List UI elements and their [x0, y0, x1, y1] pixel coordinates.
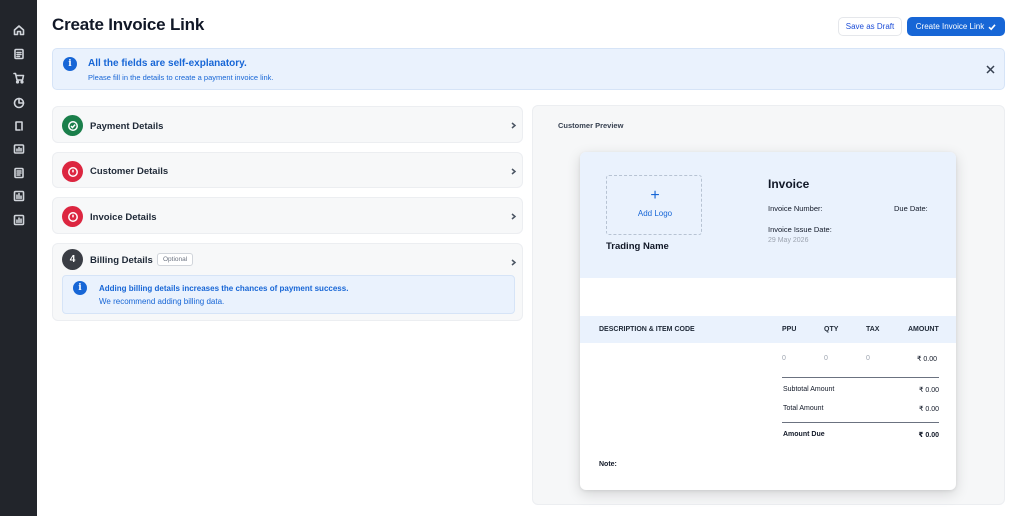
items-table-header: DESCRIPTION & ITEM CODE PPU QTY TAX AMOU… — [580, 316, 956, 343]
banner-title: All the fields are self-explanatory. — [88, 58, 247, 69]
check-icon — [988, 23, 996, 30]
row-amount: ₹ 0.00 — [916, 356, 937, 363]
cart-icon[interactable] — [12, 71, 25, 84]
section-label: Payment Details — [90, 121, 164, 132]
info-banner: i All the fields are self-explanatory. P… — [52, 48, 1005, 90]
billing-note-line-1: Adding billing details increases the cha… — [99, 284, 349, 293]
section-customer-details[interactable]: Customer Details — [52, 152, 523, 188]
chevron-right-icon[interactable] — [510, 162, 518, 175]
column-header: QTY — [824, 326, 839, 333]
create-invoice-link-button[interactable]: Create Invoice Link — [907, 17, 1005, 36]
divider — [782, 377, 939, 378]
issue-date-value: 29 May 2026 — [768, 237, 809, 244]
save-as-draft-button[interactable]: Save as Draft — [838, 17, 902, 36]
billing-note-line-2: We recommend adding billing data. — [99, 297, 225, 306]
banner-subtitle: Please fill in the details to create a p… — [88, 73, 274, 82]
pie-chart-icon[interactable] — [12, 96, 25, 109]
section-label: Customer Details — [90, 166, 169, 177]
section-label: Invoice Details — [90, 212, 157, 223]
preview-title: Customer Preview — [558, 121, 624, 130]
total-label: Total Amount — [783, 405, 824, 412]
invoice-title: Invoice — [768, 177, 810, 191]
chevron-right-icon[interactable] — [510, 253, 518, 266]
trading-name: Trading Name — [606, 241, 669, 252]
bar-chart-icon[interactable] — [12, 213, 25, 226]
column-header: PPU — [782, 326, 797, 333]
note-label: Note: — [599, 461, 617, 468]
page-title: Create Invoice Link — [52, 15, 205, 34]
row-qty: 0 — [824, 355, 828, 362]
invoice-header: + Add Logo Trading Name Invoice Invoice … — [580, 152, 956, 278]
info-icon: i — [73, 281, 87, 295]
check-circle-icon — [62, 115, 83, 136]
alert-circle-icon — [62, 206, 83, 227]
analytics-icon[interactable] — [12, 189, 25, 202]
info-icon: i — [63, 57, 77, 71]
due-date-label: Due Date: — [894, 204, 928, 213]
optional-badge: Optional — [157, 253, 194, 266]
alert-circle-icon — [62, 161, 83, 182]
chevron-right-icon[interactable] — [510, 207, 518, 220]
checklist-icon[interactable] — [12, 166, 25, 179]
create-invoice-link-label: Create Invoice Link — [915, 22, 985, 31]
issue-date-label: Invoice Issue Date: — [768, 225, 832, 234]
column-header: TAX — [866, 326, 880, 333]
section-payment-details[interactable]: Payment Details — [52, 106, 523, 143]
amount-due-label: Amount Due — [783, 431, 825, 438]
billing-info-note: i Adding billing details increases the c… — [62, 275, 515, 314]
chevron-right-icon[interactable] — [510, 116, 518, 129]
section-label: Billing Details — [90, 255, 153, 266]
invoice-card: + Add Logo Trading Name Invoice Invoice … — [580, 152, 956, 490]
home-icon[interactable] — [12, 23, 25, 36]
plus-icon: + — [650, 187, 660, 204]
step-number-badge: 4 — [62, 249, 83, 270]
column-header: DESCRIPTION & ITEM CODE — [599, 326, 695, 333]
document-icon[interactable] — [12, 47, 25, 60]
section-billing-details[interactable]: 4 Billing Details Optional i Adding bill… — [52, 243, 523, 321]
link-icon[interactable] — [12, 119, 25, 132]
sidebar — [0, 0, 37, 516]
close-icon[interactable] — [984, 63, 996, 75]
report-icon[interactable] — [12, 142, 25, 155]
subtotal-value: ₹ 0.00 — [918, 387, 939, 394]
subtotal-label: Subtotal Amount — [783, 386, 835, 393]
row-tax: 0 — [866, 355, 870, 362]
column-header: AMOUNT — [908, 326, 939, 333]
customer-preview-panel: Customer Preview + Add Logo Trading Name… — [532, 105, 1005, 505]
amount-due-value: ₹ 0.00 — [918, 432, 939, 439]
divider — [782, 422, 939, 423]
row-ppu: 0 — [782, 355, 786, 362]
total-value: ₹ 0.00 — [918, 406, 939, 413]
section-invoice-details[interactable]: Invoice Details — [52, 197, 523, 234]
invoice-number-label: Invoice Number: — [768, 204, 823, 213]
add-logo-label: Add Logo — [637, 209, 673, 218]
add-logo-button[interactable]: + Add Logo — [606, 175, 702, 235]
